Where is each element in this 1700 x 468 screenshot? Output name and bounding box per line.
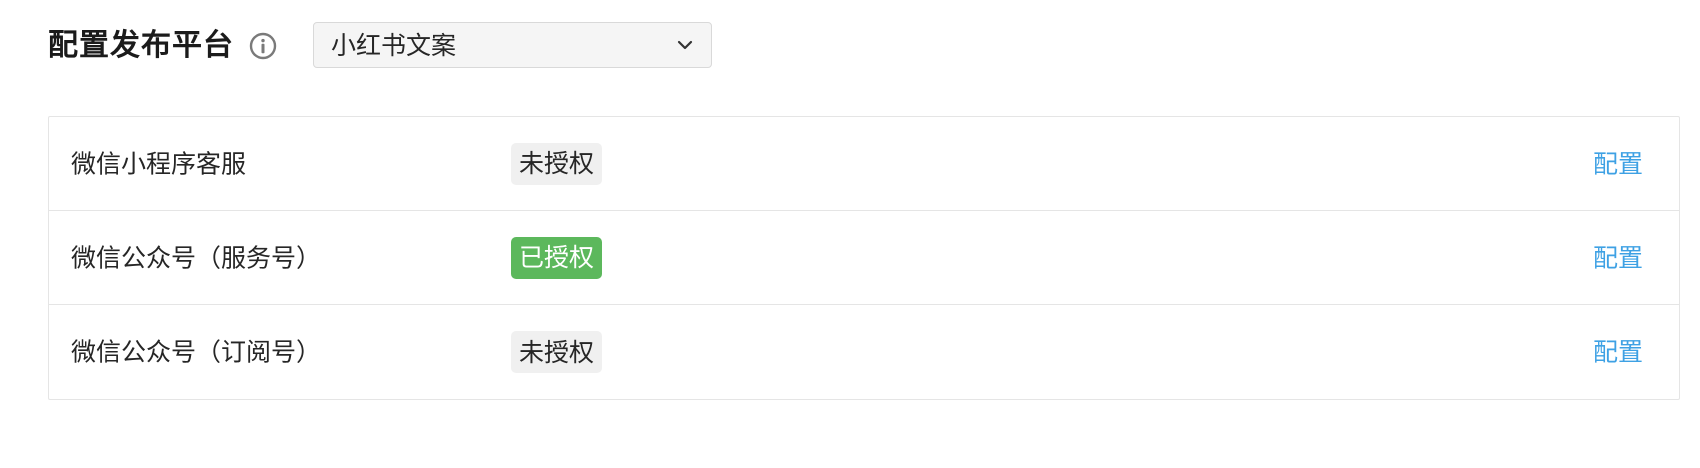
status-badge: 未授权 xyxy=(511,331,603,373)
page-title: 配置发布平台 xyxy=(48,28,234,63)
table-row: 微信公众号（订阅号） 未授权 配置 xyxy=(49,305,1679,399)
platform-select[interactable]: 小红书文案 xyxy=(313,22,712,68)
channel-name: 微信小程序客服 xyxy=(71,149,247,178)
channel-name: 微信公众号（订阅号） xyxy=(71,337,322,367)
config-link[interactable]: 配置 xyxy=(1593,340,1643,365)
channel-name: 微信公众号（服务号） xyxy=(71,243,322,272)
page-header: 配置发布平台 xyxy=(48,22,278,70)
status-badge: 未授权 xyxy=(511,142,603,185)
info-icon[interactable] xyxy=(248,31,278,61)
status-badge: 已授权 xyxy=(511,236,603,279)
config-link[interactable]: 配置 xyxy=(1593,151,1643,176)
channel-table: 微信小程序客服 未授权 配置 微信公众号（服务号） 已授权 配置 微信公众号（订… xyxy=(48,116,1680,400)
config-link[interactable]: 配置 xyxy=(1593,245,1643,270)
table-row: 微信小程序客服 未授权 配置 xyxy=(49,117,1679,211)
chevron-down-icon xyxy=(675,35,695,55)
platform-select-value: 小红书文案 xyxy=(331,30,457,60)
table-row: 微信公众号（服务号） 已授权 配置 xyxy=(49,211,1679,305)
